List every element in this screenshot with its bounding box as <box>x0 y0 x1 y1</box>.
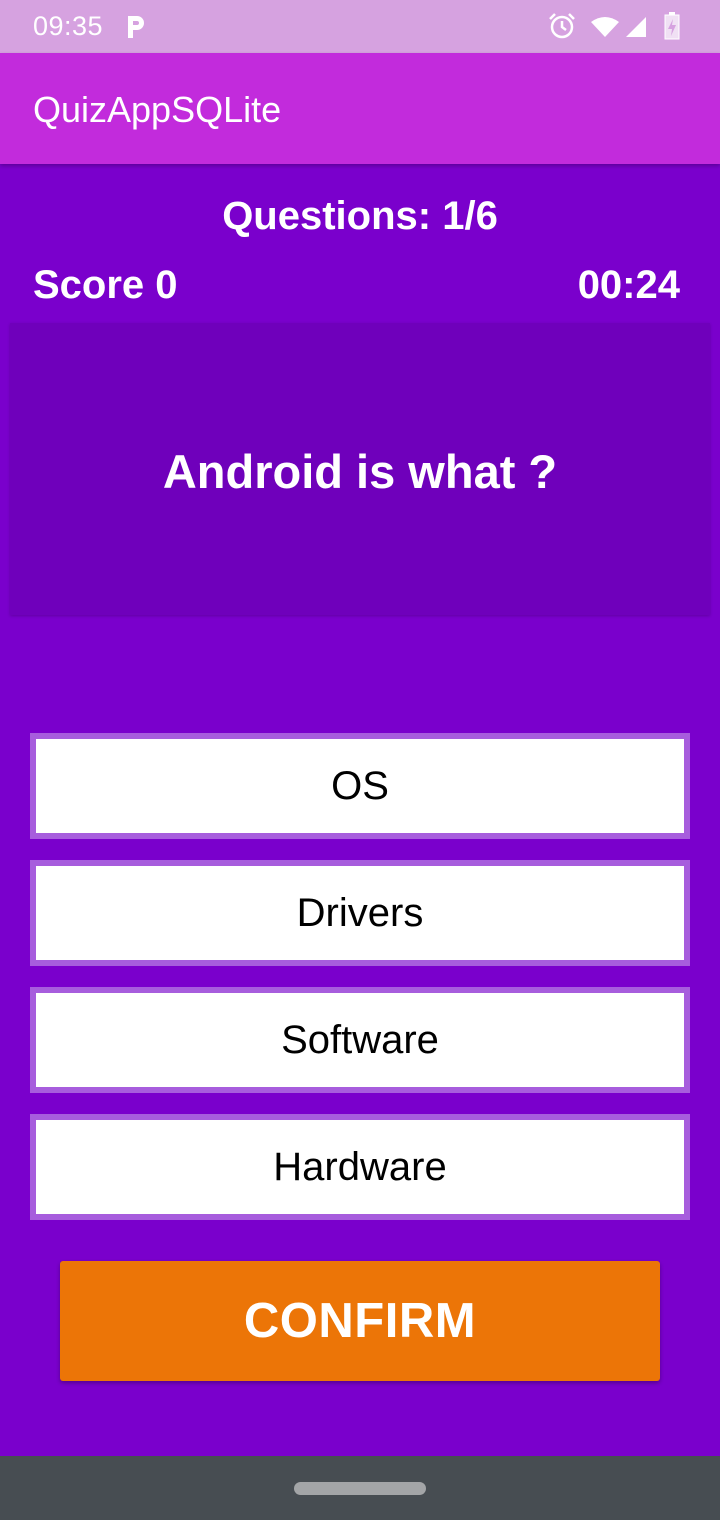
answer-option-label: Software <box>281 1018 439 1062</box>
system-nav-bar <box>0 1456 720 1520</box>
alarm-icon <box>549 13 575 39</box>
score-label: Score 0 <box>33 263 178 307</box>
countdown-timer: 00:24 <box>577 263 680 307</box>
answer-option-2[interactable]: Drivers <box>30 860 690 966</box>
question-text: Android is what ? <box>162 445 558 498</box>
quiz-screen: 09:35 QuizAppSQLite Questions: 1/6 Score… <box>0 0 720 1520</box>
answer-option-3[interactable]: Software <box>30 987 690 1093</box>
confirm-button-label: CONFIRM <box>243 1294 477 1348</box>
wifi-icon <box>591 17 619 37</box>
question-card: Android is what ? <box>10 323 710 615</box>
status-time: 09:35 <box>33 11 104 41</box>
answer-option-4[interactable]: Hardware <box>30 1114 690 1220</box>
answer-option-label: Hardware <box>273 1145 447 1189</box>
confirm-button[interactable]: CONFIRM <box>60 1261 660 1381</box>
app-title: QuizAppSQLite <box>33 89 282 130</box>
status-bar: 09:35 <box>0 0 720 53</box>
app-bar: QuizAppSQLite <box>0 53 720 164</box>
answer-option-label: Drivers <box>296 891 424 935</box>
answer-option-label: OS <box>331 764 389 808</box>
answer-option-1[interactable]: OS <box>30 733 690 839</box>
parking-icon <box>128 16 144 38</box>
battery-icon <box>664 12 680 40</box>
questions-count: Questions: 1/6 <box>222 194 498 238</box>
signal-icon <box>626 17 646 37</box>
home-gesture-handle[interactable] <box>294 1482 426 1495</box>
